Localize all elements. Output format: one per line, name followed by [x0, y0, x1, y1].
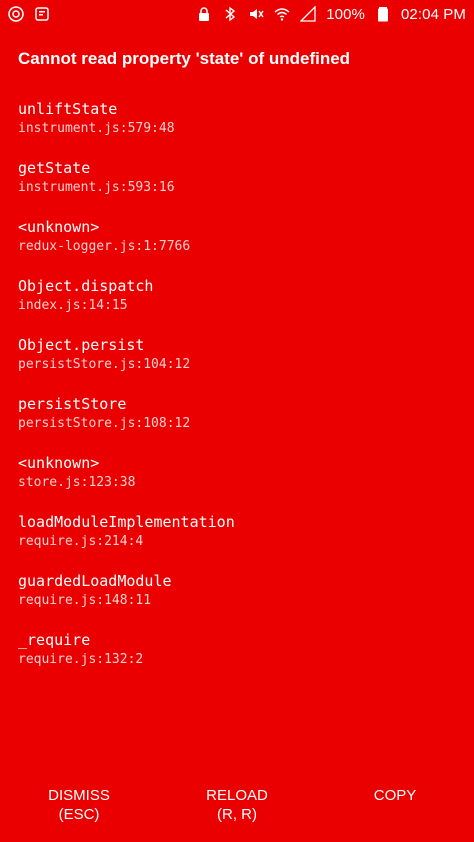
stack-trace: unliftState instrument.js:579:48 getStat…: [18, 98, 456, 688]
frame-location: store.js:123:38: [18, 475, 136, 490]
frame-location: index.js:14:15: [18, 298, 128, 313]
frame-location: require.js:148:11: [18, 593, 152, 608]
frame-function: guardedLoadModule: [18, 572, 172, 590]
frame-location: require.js:132:2: [18, 652, 144, 667]
signal-icon: [300, 6, 316, 22]
stack-frame[interactable]: _require require.js:132:2: [18, 629, 456, 688]
frame-location: redux-logger.js:1:7766: [18, 239, 191, 254]
stack-frame[interactable]: <unknown> redux-logger.js:1:7766: [18, 216, 456, 275]
dismiss-label: DISMISS: [48, 787, 110, 804]
dismiss-button[interactable]: DISMISS (ESC): [0, 786, 158, 824]
frame-location: instrument.js:579:48: [18, 121, 175, 136]
stack-frame[interactable]: Object.persist persistStore.js:104:12: [18, 334, 456, 393]
bluetooth-icon: [222, 6, 238, 22]
frame-function: loadModuleImplementation: [18, 513, 235, 531]
frame-function: _require: [18, 631, 91, 649]
frame-function: unliftState: [18, 100, 118, 118]
wifi-icon: [274, 6, 290, 22]
frame-function: persistStore: [18, 395, 127, 413]
reload-shortcut: (R, R): [217, 806, 257, 823]
frame-location: persistStore.js:104:12: [18, 357, 191, 372]
frame-location: require.js:214:4: [18, 534, 144, 549]
frame-function: getState: [18, 159, 91, 177]
stack-frame[interactable]: persistStore persistStore.js:108:12: [18, 393, 456, 452]
chrome-icon: [8, 6, 24, 22]
dismiss-shortcut: (ESC): [58, 806, 100, 823]
frame-function: Object.dispatch: [18, 277, 154, 295]
frame-function: Object.persist: [18, 336, 145, 354]
error-message: Cannot read property 'state' of undefine…: [18, 49, 351, 68]
stack-frame[interactable]: getState instrument.js:593:16: [18, 157, 456, 216]
reload-label: RELOAD: [206, 787, 268, 804]
status-bar-left: [8, 6, 50, 22]
stack-frame[interactable]: loadModuleImplementation require.js:214:…: [18, 511, 456, 570]
reload-button[interactable]: RELOAD (R, R): [158, 786, 316, 824]
lock-icon: [196, 6, 212, 22]
battery-percent: 100%: [326, 5, 365, 23]
clock: 02:04 PM: [400, 5, 466, 23]
stack-frame[interactable]: <unknown> store.js:123:38: [18, 452, 456, 511]
frame-function: <unknown>: [18, 218, 100, 236]
notification-icon: [34, 6, 50, 22]
copy-label: COPY: [373, 787, 417, 804]
status-bar-right: 100% 02:04 PM: [196, 6, 466, 23]
stack-frame[interactable]: Object.dispatch index.js:14:15: [18, 275, 456, 334]
frame-function: <unknown>: [18, 454, 100, 472]
status-bar: 100% 02:04 PM: [0, 0, 474, 28]
frame-location: instrument.js:593:16: [18, 180, 175, 195]
battery-icon: [375, 6, 391, 22]
stack-frame[interactable]: unliftState instrument.js:579:48: [18, 98, 456, 157]
frame-location: persistStore.js:108:12: [18, 416, 191, 431]
stack-frame[interactable]: guardedLoadModule require.js:148:11: [18, 570, 456, 629]
action-bar: DISMISS (ESC) RELOAD (R, R) COPY: [0, 786, 474, 842]
mute-icon: [248, 6, 264, 22]
copy-button[interactable]: COPY: [316, 786, 474, 805]
